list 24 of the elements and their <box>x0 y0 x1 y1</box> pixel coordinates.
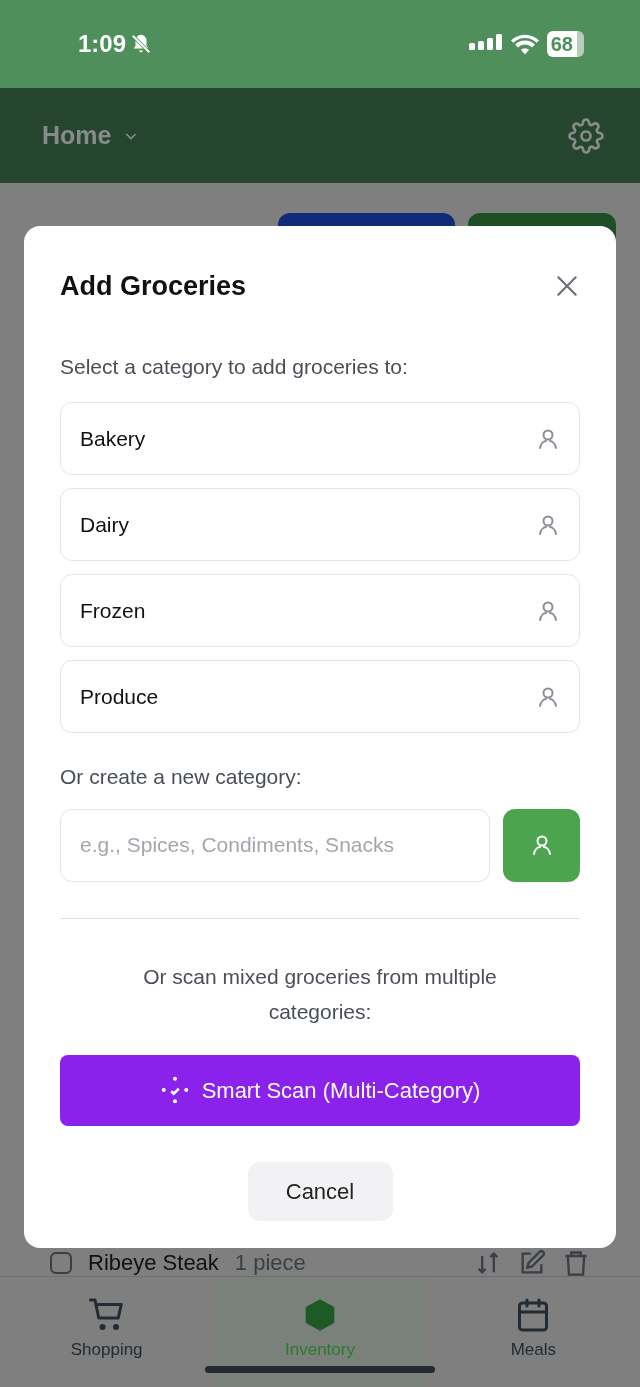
checkbox[interactable] <box>50 1252 72 1274</box>
nav-tab[interactable]: Meals <box>426 1277 640 1387</box>
category-item[interactable]: Frozen <box>60 574 580 647</box>
settings-icon[interactable] <box>568 117 604 154</box>
nav-tab[interactable]: Shopping <box>0 1277 214 1387</box>
status-time: 1:09 <box>78 29 127 59</box>
battery-indicator: 68 <box>546 31 584 57</box>
new-category-label: Or create a new category: <box>60 764 303 790</box>
category-input[interactable]: e.g., Spices, Condiments, Snacks <box>60 808 490 882</box>
category-item[interactable]: Bakery <box>60 402 580 475</box>
item-quantity: 1 piece <box>234 1252 306 1274</box>
dialog-title: Add Groceries <box>60 270 247 303</box>
add-category-button[interactable] <box>503 808 580 882</box>
category-item[interactable]: Produce <box>60 660 580 733</box>
dialog-prompt: Select a category to add groceries to: <box>60 353 409 380</box>
category-item[interactable]: Dairy <box>60 488 580 561</box>
smart-scan-button[interactable]: Smart Scan (Multi-Category) <box>60 1054 580 1126</box>
cancel-button[interactable]: Cancel <box>247 1161 393 1221</box>
muted-bell-icon <box>130 33 153 55</box>
wifi-icon <box>510 33 539 55</box>
item-name: Ribeye Steak <box>88 1252 219 1274</box>
scan-icon <box>159 1075 190 1105</box>
cart-icon <box>88 1297 125 1333</box>
scan-prompt: Or scan mixed groceries from multiple categories: <box>142 963 498 1025</box>
